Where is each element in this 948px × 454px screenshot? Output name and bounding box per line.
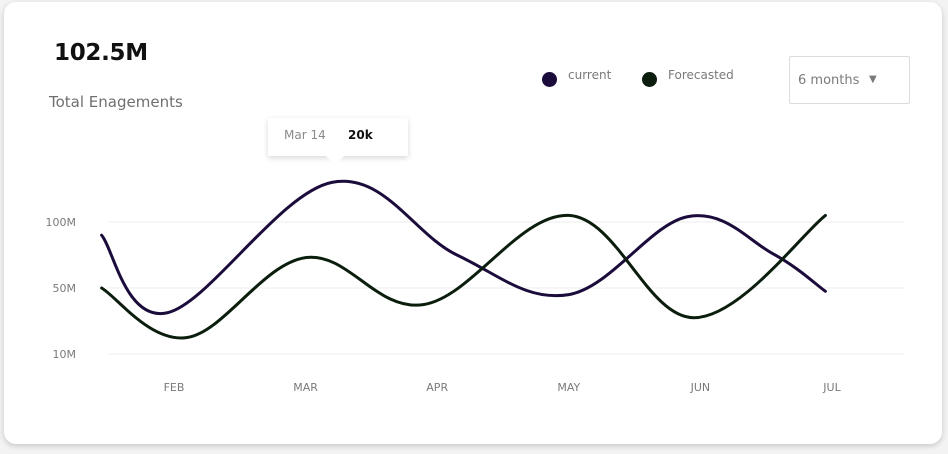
- chart-tooltip: Mar 14 20k: [268, 118, 408, 165]
- x-tick-label: JUN: [690, 381, 711, 394]
- y-tick-label: 100M: [46, 216, 77, 229]
- engagement-line-chart: 100M 50M 10M FEB MAR APR MAY JUN JUL: [46, 179, 904, 394]
- tooltip-value: 20k: [348, 128, 373, 142]
- y-tick-label: 10M: [53, 348, 77, 361]
- series-line-current[interactable]: [100, 179, 827, 315]
- x-tick-label: FEB: [164, 381, 185, 394]
- x-tick-label: APR: [426, 381, 448, 394]
- tooltip-date: Mar 14: [284, 128, 326, 142]
- x-tick-label: JUL: [822, 381, 841, 394]
- x-tick-label: MAR: [293, 381, 318, 394]
- x-tick-label: MAY: [557, 381, 580, 394]
- series-line-forecasted[interactable]: [100, 213, 827, 340]
- y-tick-label: 50M: [53, 282, 77, 295]
